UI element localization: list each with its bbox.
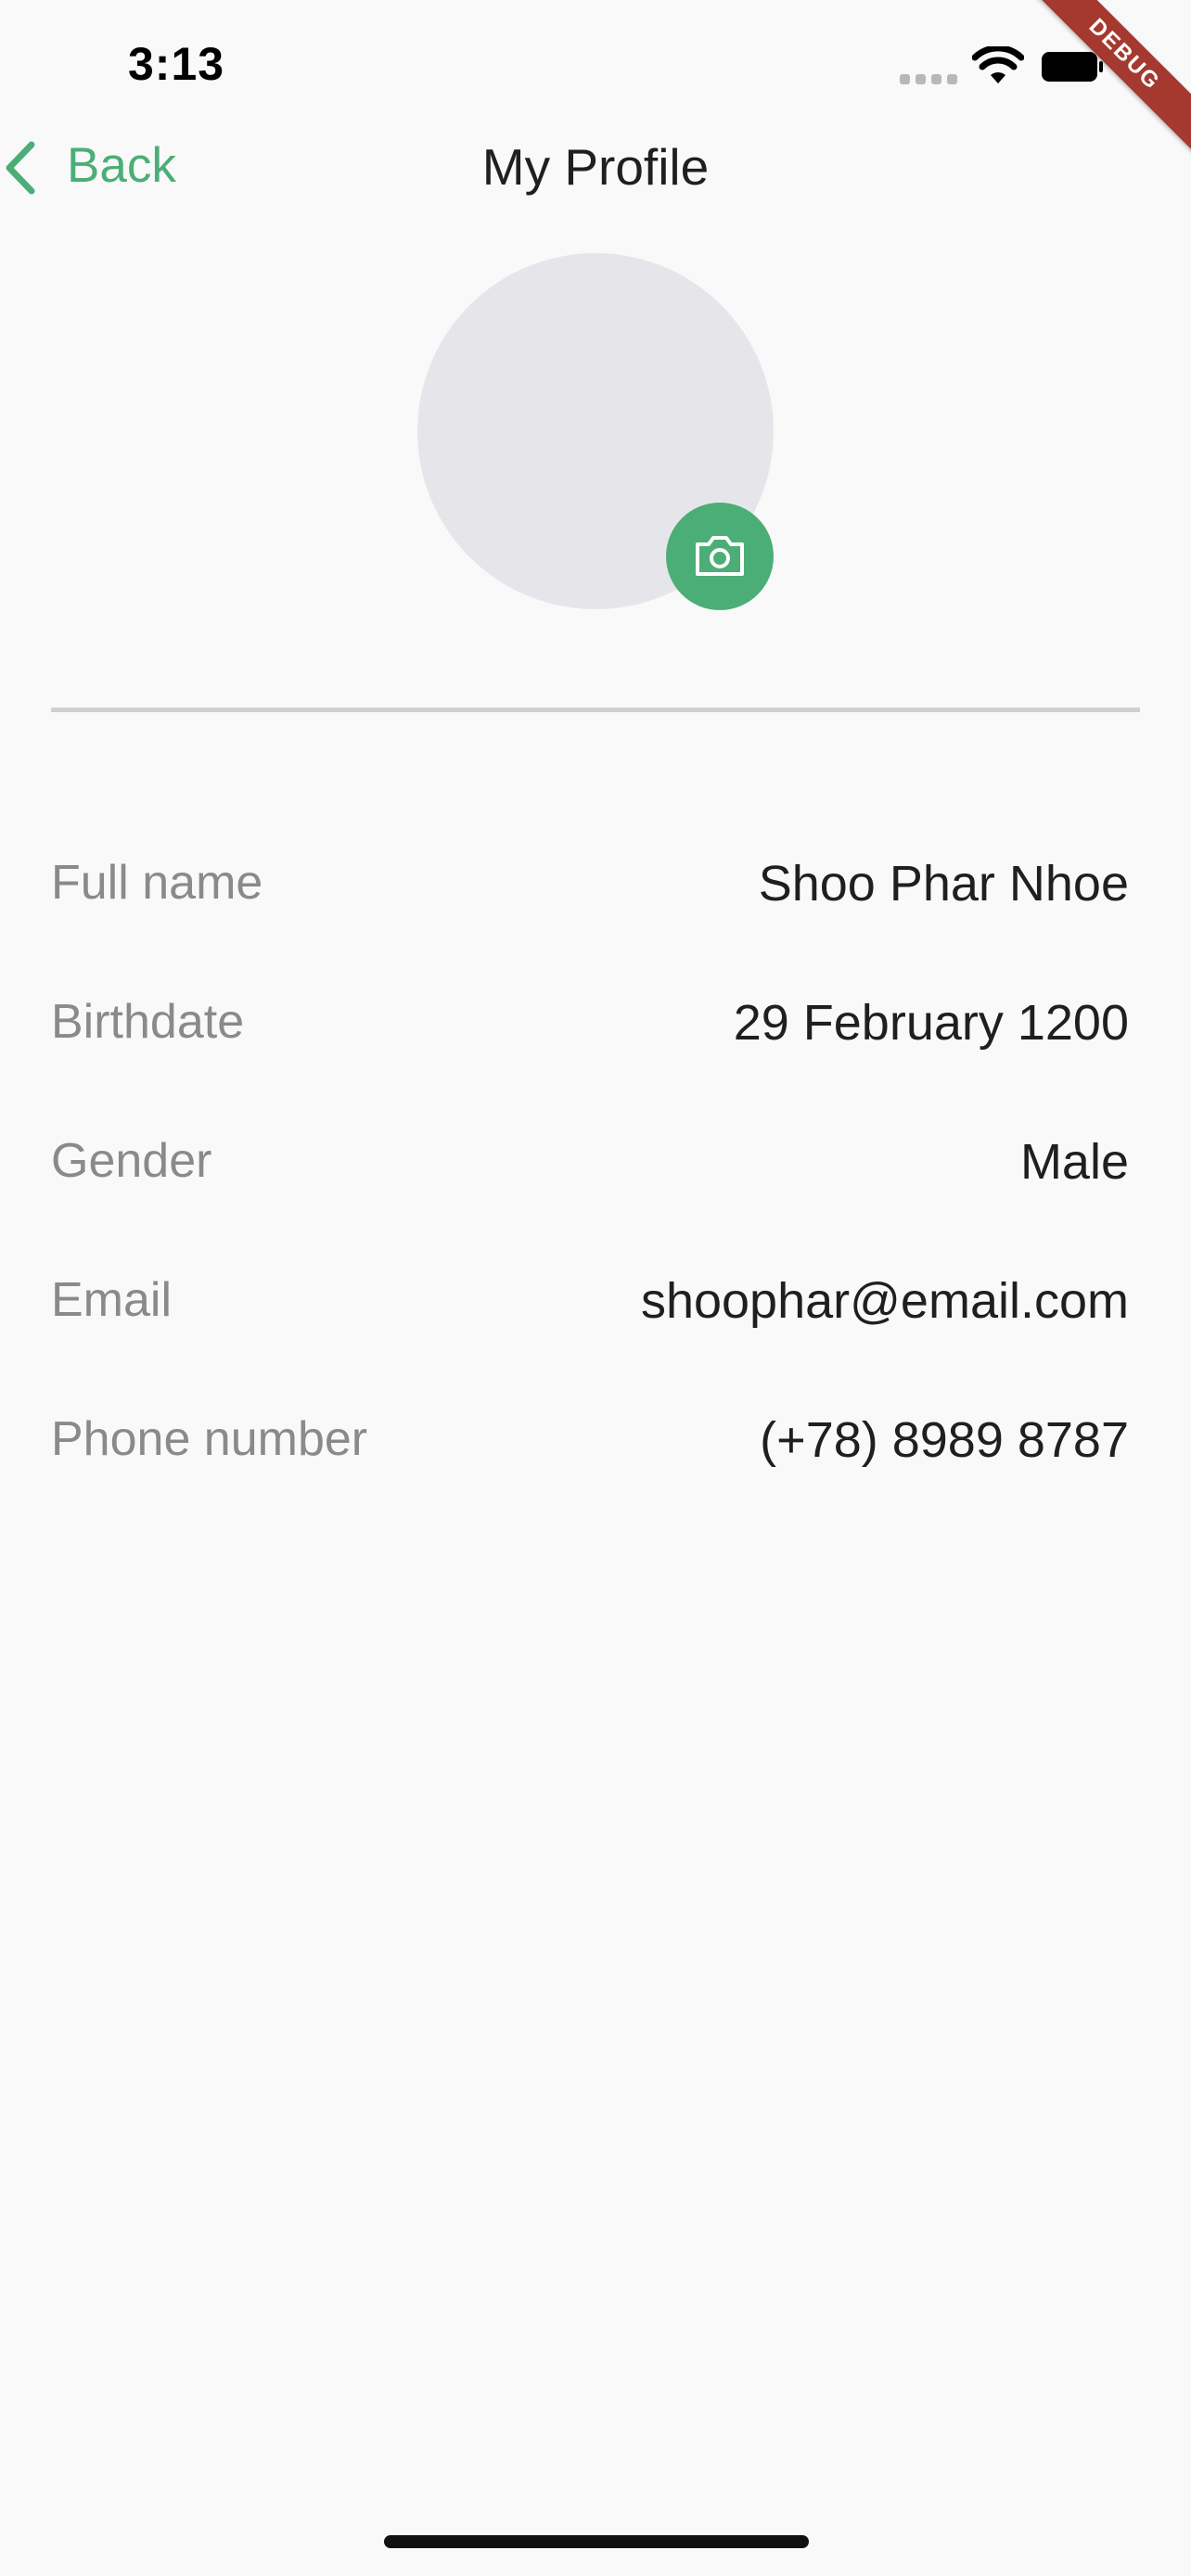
- info-row-birthdate: Birthdate 29 February 1200: [51, 985, 1129, 1059]
- info-row-email: Email shoophar@email.com: [51, 1263, 1129, 1337]
- camera-icon: [696, 536, 744, 576]
- status-time: 3:13: [128, 38, 225, 90]
- field-label: Birthdate: [51, 995, 245, 1049]
- field-value: Male: [1019, 1134, 1129, 1190]
- field-label: Full name: [51, 856, 263, 910]
- field-label: Phone number: [51, 1412, 368, 1466]
- home-indicator[interactable]: [384, 2535, 809, 2548]
- field-value: shoophar@email.com: [640, 1273, 1129, 1329]
- page-title: My Profile: [481, 138, 710, 196]
- field-label: Email: [51, 1273, 173, 1327]
- info-row-full-name: Full name Shoo Phar Nhoe: [51, 846, 1129, 920]
- divider: [51, 708, 1140, 712]
- change-photo-button[interactable]: [666, 503, 774, 610]
- battery-icon: [1042, 52, 1103, 82]
- wifi-icon: [972, 46, 1024, 83]
- field-label: Gender: [51, 1134, 212, 1188]
- info-row-phone-number: Phone number (+78) 8989 8787: [51, 1402, 1129, 1476]
- info-row-gender: Gender Male: [51, 1124, 1129, 1198]
- field-value: Shoo Phar Nhoe: [758, 856, 1129, 912]
- field-value: 29 February 1200: [733, 995, 1129, 1051]
- cellular-signal-icon: [900, 74, 957, 87]
- field-value: (+78) 8989 8787: [760, 1412, 1129, 1468]
- status-bar: 3:13: [0, 0, 1191, 130]
